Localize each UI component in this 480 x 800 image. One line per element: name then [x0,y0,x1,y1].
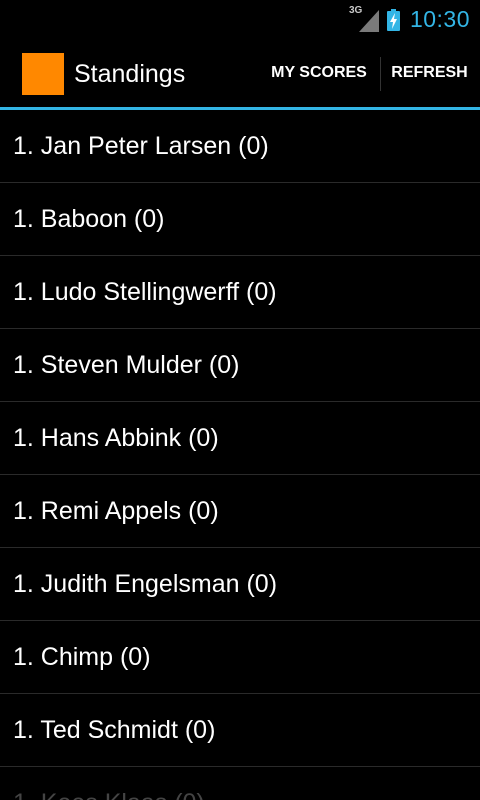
standing-row[interactable]: 1. Remi Appels (0) [0,475,480,548]
network-indicator: 3G [349,6,379,32]
my-scores-button[interactable]: MY SCORES [262,38,376,107]
standing-row[interactable]: 1. Hans Abbink (0) [0,402,480,475]
app-icon[interactable] [22,53,64,95]
standing-row[interactable]: 1. Ted Schmidt (0) [0,694,480,767]
standing-row[interactable]: 1. Ludo Stellingwerff (0) [0,256,480,329]
action-separator [380,57,381,91]
status-clock: 10:30 [409,5,470,32]
standing-row[interactable]: 1. Steven Mulder (0) [0,329,480,402]
standing-row[interactable]: 1. Kees Klaas (0) [0,767,480,800]
status-bar: 3G 10:30 [0,0,480,38]
standing-row[interactable]: 1. Chimp (0) [0,621,480,694]
standing-row[interactable]: 1. Baboon (0) [0,183,480,256]
charging-bolt-icon [389,13,397,29]
standing-row[interactable]: 1. Judith Engelsman (0) [0,548,480,621]
signal-icon [358,10,379,32]
status-icons: 3G 10:30 [349,0,470,38]
standings-list[interactable]: 1. Jan Peter Larsen (0) 1. Baboon (0) 1.… [0,110,480,800]
refresh-button[interactable]: REFRESH [383,38,476,107]
page-title: Standings [74,60,186,88]
action-bar: Standings MY SCORES REFRESH [0,38,480,107]
standing-row[interactable]: 1. Jan Peter Larsen (0) [0,110,480,183]
battery-charging-icon [386,9,400,31]
